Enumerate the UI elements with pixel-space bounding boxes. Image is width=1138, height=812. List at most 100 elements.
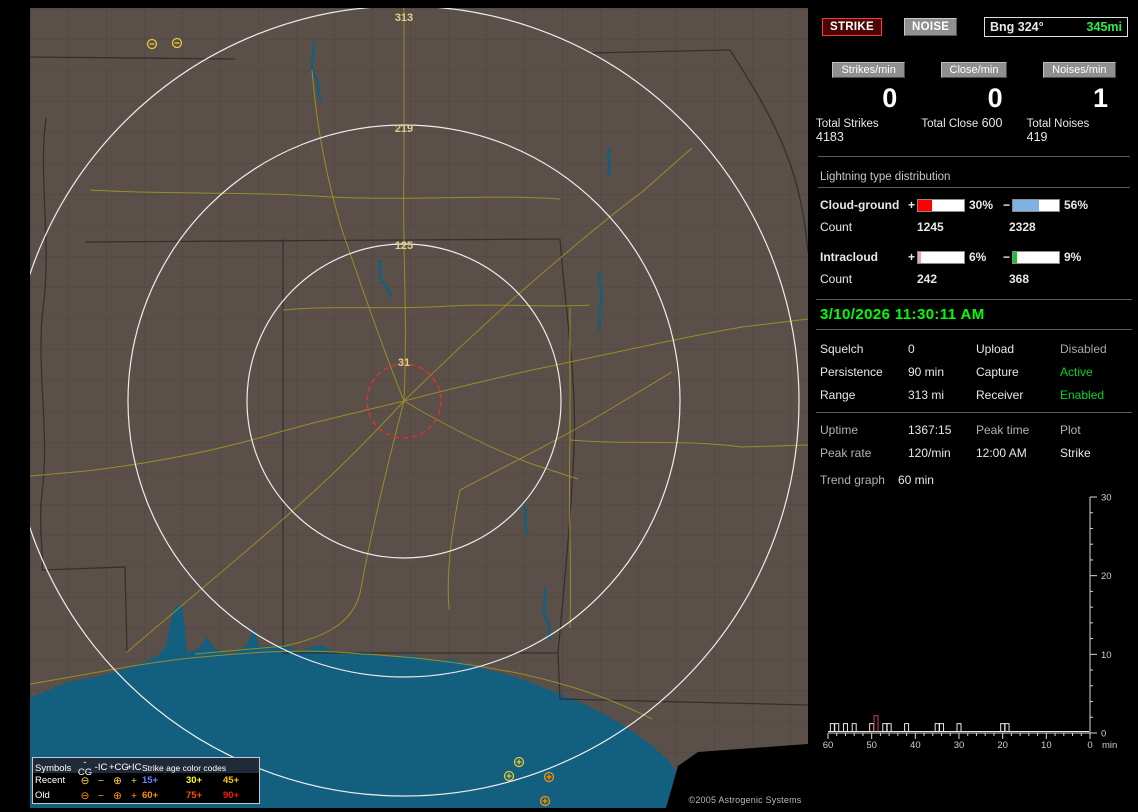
- svg-text:60: 60: [823, 740, 834, 751]
- svg-text:0: 0: [1101, 729, 1106, 740]
- age-75: 75+: [186, 790, 203, 801]
- intracloud-row: Intracloud + 6% − 9%: [820, 250, 1130, 264]
- settings-grid: Squelch 0 Upload Disabled Persistence 90…: [816, 330, 1132, 412]
- map-view[interactable]: 313 219 125 31 Symbols -CG -IC +CG +IC Stri…: [30, 8, 808, 808]
- rate-chip-row: Strikes/min Close/min Noises/min: [816, 62, 1132, 78]
- ic-positive-bar: [917, 250, 965, 264]
- cg-positive-count: 1245: [917, 220, 944, 234]
- age-15: 15+: [142, 775, 159, 786]
- cg-negative-count: 2328: [1009, 220, 1036, 234]
- mode-toolbar: STRIKE NOISE Bng 324° 345mi: [820, 17, 1128, 37]
- ic-negative-pct: 9%: [1064, 250, 1082, 264]
- svg-text:40: 40: [910, 740, 921, 751]
- svg-text:313: 313: [395, 12, 413, 24]
- legend-age-title: Strike age color codes: [142, 763, 227, 773]
- persistence-label: Persistence: [820, 365, 883, 379]
- noises-per-min-value: 1: [1092, 83, 1108, 113]
- upload-label: Upload: [976, 342, 1015, 356]
- age-45: 45+: [223, 775, 240, 786]
- receiver-label: Receiver: [976, 388, 1024, 402]
- rate-values-row: 0 0 1: [816, 83, 1132, 113]
- ic-positive-count: 242: [917, 272, 938, 286]
- trend-graph-header: Trend graph 60 min: [816, 468, 1132, 487]
- legend-col-pos-cg: +CG: [109, 762, 129, 773]
- legend-title: Symbols: [35, 762, 72, 774]
- cg-negative-pct: 56%: [1064, 198, 1089, 212]
- legend-col-pos-ic: +IC: [126, 762, 142, 773]
- svg-text:20: 20: [997, 740, 1008, 751]
- age-30: 30+: [186, 775, 203, 786]
- legend-row-old: Old ⊖ − ⊕ + 60+ 75+ 90+: [33, 788, 259, 803]
- svg-text:min: min: [1102, 740, 1117, 751]
- pos-ic-recent-icon: +: [130, 774, 138, 787]
- neg-cg-recent-icon: ⊖: [80, 774, 90, 787]
- strikes-per-min-value: 0: [882, 83, 898, 113]
- ic-negative-count: 368: [1009, 272, 1030, 286]
- svg-text:50: 50: [866, 740, 877, 751]
- peak-time-label: Peak time: [976, 423, 1030, 437]
- close-per-min-value: 0: [987, 83, 1003, 113]
- total-strikes: Total Strikes 4183: [816, 118, 879, 144]
- datetime-display: 3/10/2026 11:30:11 AM: [816, 299, 1132, 330]
- trend-window-value: 60 min: [897, 473, 934, 487]
- peak-rate-value: 120/min: [908, 446, 951, 460]
- peak-rate-label: Peak rate: [820, 446, 872, 460]
- totals-row: Total Strikes 4183 Total Close 600 Total…: [816, 116, 1132, 144]
- legend-row-label: Old: [35, 790, 50, 801]
- pos-cg-recent-icon: ⊕: [113, 774, 122, 787]
- cloud-ground-row: Cloud-ground + 30% − 56%: [820, 198, 1130, 212]
- neg-ic-recent-icon: −: [97, 774, 105, 787]
- plot-label: Plot: [1060, 423, 1081, 437]
- peak-time-value: 12:00 AM: [976, 446, 1027, 460]
- svg-text:125: 125: [395, 240, 413, 252]
- capture-status: Active: [1060, 365, 1093, 379]
- copyright-label: ©2005 Astrogenic Systems: [682, 792, 808, 807]
- upload-status: Disabled: [1060, 342, 1107, 356]
- bearing-range-value: 345mi: [1086, 20, 1122, 34]
- age-90: 90+: [223, 790, 240, 801]
- separator: [818, 156, 1130, 157]
- plot-value: Strike: [1060, 446, 1091, 460]
- total-noises: Total Noises 419: [1026, 118, 1090, 144]
- status-panel: STRIKE NOISE Bng 324° 345mi Strikes/min …: [816, 8, 1132, 804]
- svg-text:20: 20: [1101, 571, 1112, 582]
- squelch-value: 0: [908, 342, 915, 356]
- ic-negative-bar: [1012, 250, 1060, 264]
- trend-graph-label: Trend graph: [820, 473, 885, 487]
- legend-col-neg-ic: -IC: [94, 762, 108, 773]
- legend-row-recent: Recent ⊖ − ⊕ + 15+ 30+ 45+: [33, 773, 259, 788]
- trend-graph: 302010060 50 40 30 20 10 0 min: [823, 493, 1118, 752]
- svg-text:219: 219: [395, 123, 413, 135]
- svg-text:31: 31: [398, 357, 410, 369]
- pos-cg-old-icon: ⊕: [113, 789, 122, 802]
- neg-cg-old-icon: ⊖: [80, 789, 90, 802]
- strike-legend: Symbols -CG -IC +CG +IC Strike age color…: [32, 757, 260, 804]
- stats-grid: Uptime 1367:15 Peak time Plot Peak rate …: [816, 412, 1132, 468]
- cg-positive-bar: [917, 198, 965, 212]
- noises-per-min-chip[interactable]: Noises/min: [1043, 62, 1116, 78]
- close-per-min-chip[interactable]: Close/min: [940, 62, 1008, 78]
- svg-text:30: 30: [954, 740, 965, 751]
- noise-mode-button[interactable]: NOISE: [903, 18, 958, 36]
- capture-label: Capture: [976, 365, 1019, 379]
- bearing-readout: Bng 324° 345mi: [984, 17, 1128, 37]
- distribution-title: Lightning type distribution: [818, 171, 1130, 188]
- map-canvas: 313 219 125 31: [30, 8, 808, 808]
- cloud-ground-counts: Count 1245 2328: [820, 220, 1130, 234]
- uptime-label: Uptime: [820, 423, 859, 437]
- strikes-per-min-chip[interactable]: Strikes/min: [832, 62, 905, 78]
- pos-ic-old-icon: +: [130, 789, 138, 802]
- squelch-label: Squelch: [820, 342, 864, 356]
- neg-ic-old-icon: −: [97, 789, 105, 802]
- persistence-value: 90 min: [908, 365, 945, 379]
- strike-mode-button[interactable]: STRIKE: [822, 18, 882, 36]
- uptime-value: 1367:15: [908, 423, 952, 437]
- range-value: 313 mi: [908, 388, 945, 402]
- receiver-status: Enabled: [1060, 388, 1105, 402]
- bearing-label: Bng 324°: [990, 20, 1044, 34]
- legend-row-label: Recent: [35, 775, 66, 786]
- age-60: 60+: [142, 790, 159, 801]
- total-close: Total Close 600: [921, 116, 1003, 130]
- app-window: 313 219 125 31 Symbols -CG -IC +CG +IC Stri…: [0, 0, 1138, 812]
- svg-text:10: 10: [1041, 740, 1052, 751]
